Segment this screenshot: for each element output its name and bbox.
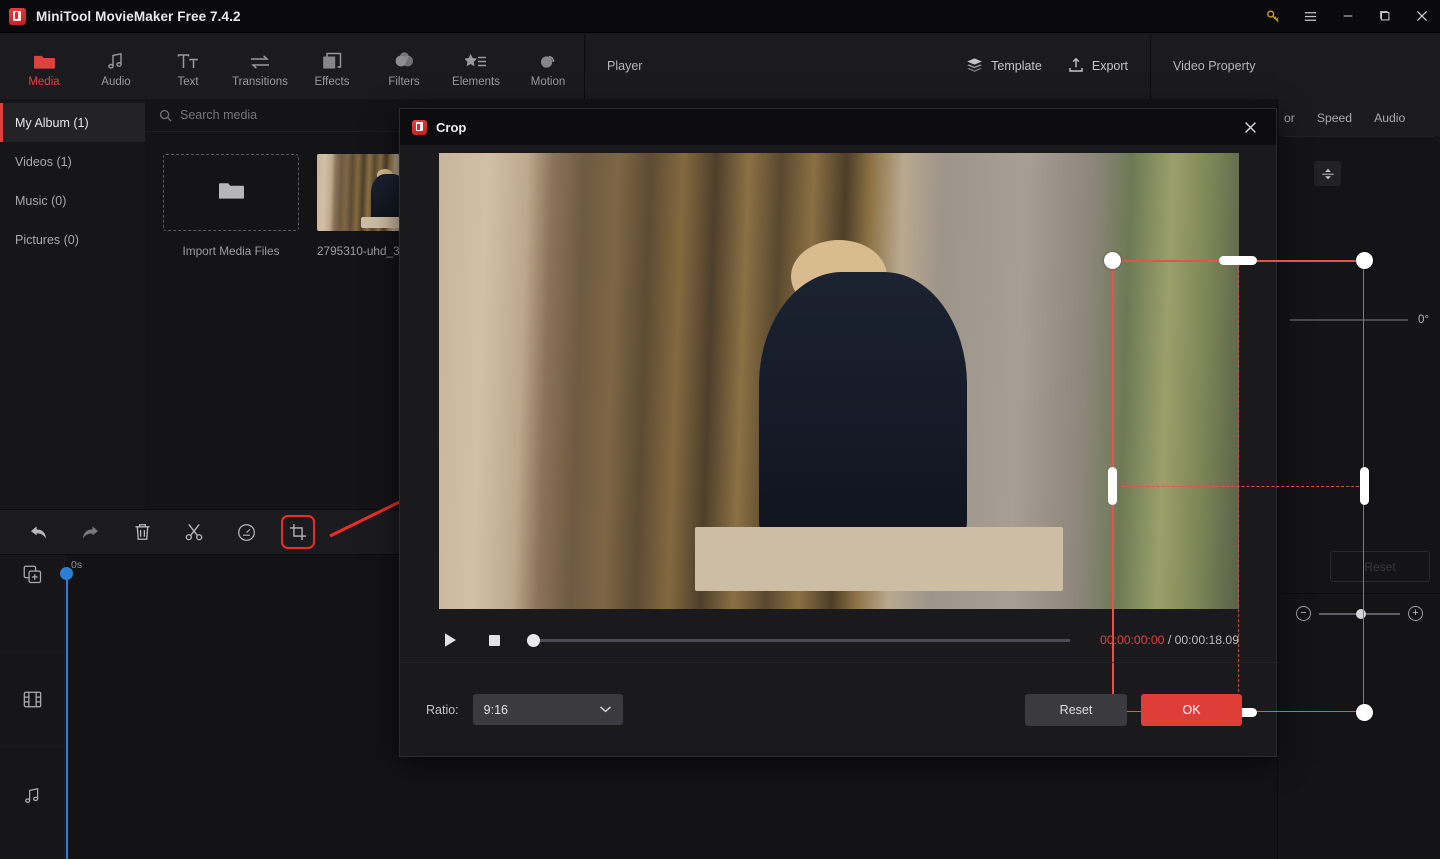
crop-edge-right bbox=[1362, 260, 1364, 712]
crop-progress-handle[interactable] bbox=[527, 633, 540, 647]
crop-preview-stage[interactable] bbox=[439, 153, 1239, 609]
crop-ok-button[interactable]: OK bbox=[1141, 693, 1242, 726]
crop-dialog: Crop 00:00:00:00 / 00:00:18.09 Ratio: 9:… bbox=[399, 108, 1373, 757]
play-icon[interactable] bbox=[439, 629, 461, 651]
minitool-logo-icon bbox=[412, 119, 427, 135]
crop-progress-slider[interactable] bbox=[527, 633, 1071, 647]
stop-icon[interactable] bbox=[483, 629, 505, 651]
ratio-select[interactable]: 9:16 bbox=[472, 694, 623, 725]
ratio-label: Ratio: bbox=[426, 702, 459, 717]
crop-dialog-footer: Ratio: 9:16 Reset OK bbox=[400, 662, 1278, 756]
crop-dialog-overlay: Crop 00:00:00:00 / 00:00:18.09 Ratio: 9:… bbox=[0, 0, 1440, 859]
crop-time-display: 00:00:00:00 / 00:00:18.09 bbox=[1100, 633, 1239, 647]
crop-handle-right[interactable] bbox=[1359, 467, 1369, 505]
crop-playback-bar: 00:00:00:00 / 00:00:18.09 bbox=[439, 621, 1239, 659]
crop-dialog-title: Crop bbox=[436, 119, 467, 135]
crop-total-time: 00:00:18.09 bbox=[1174, 633, 1239, 647]
crop-handle-bottom-right[interactable] bbox=[1355, 703, 1373, 721]
crop-current-time: 00:00:00:00 bbox=[1100, 633, 1165, 647]
ratio-value: 9:16 bbox=[483, 702, 508, 717]
crop-reset-button[interactable]: Reset bbox=[1025, 693, 1127, 726]
crop-time-separator: / bbox=[1167, 633, 1172, 647]
crop-dialog-header: Crop bbox=[400, 109, 1276, 145]
close-icon[interactable] bbox=[1236, 113, 1264, 141]
crop-handle-top-right[interactable] bbox=[1355, 251, 1373, 269]
app-window: MiniTool MovieMaker Free 7.4.2 Media Aud… bbox=[0, 0, 1440, 859]
crop-preview-image bbox=[439, 153, 1239, 609]
chevron-down-icon bbox=[599, 703, 612, 717]
